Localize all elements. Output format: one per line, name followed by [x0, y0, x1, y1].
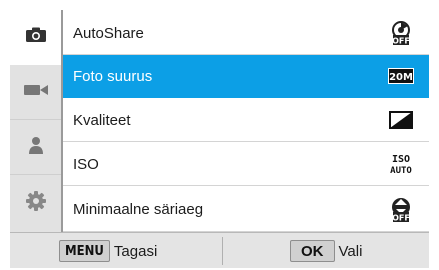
- tab-user[interactable]: [10, 120, 61, 175]
- back-label: Tagasi: [113, 242, 158, 260]
- iso-auto-icon: ISO AUTO: [386, 149, 416, 179]
- svg-text:ISO: ISO: [392, 154, 410, 165]
- svg-text:AUTO: AUTO: [390, 166, 412, 176]
- camera-icon: [25, 27, 47, 48]
- gear-icon: [25, 191, 46, 216]
- menu-item-label: Kvaliteet: [73, 111, 131, 129]
- menu-item-autoshare[interactable]: AutoShare OFF: [63, 12, 429, 55]
- menu-item-label: AutoShare: [73, 24, 144, 42]
- select-button[interactable]: OK Vali: [290, 239, 362, 263]
- camera-settings-screen: AutoShare OFF Foto suurus 20M Kvaliteet …: [10, 10, 429, 268]
- person-icon: [28, 136, 44, 159]
- menu-key: MENU: [59, 240, 110, 262]
- menu-item-label: Foto suurus: [73, 67, 153, 85]
- bottom-bar: MENU Tagasi OK Vali: [10, 232, 429, 268]
- autoshare-off-icon: OFF: [386, 18, 416, 48]
- quality-icon: [386, 105, 416, 135]
- svg-text:OFF: OFF: [392, 214, 410, 223]
- category-tabs: [10, 10, 61, 232]
- video-camera-icon: [23, 83, 48, 101]
- menu-item-iso[interactable]: ISO ISO AUTO: [63, 143, 429, 186]
- bottom-divider: [222, 237, 223, 265]
- photo-size-20m-icon: 20M: [386, 61, 416, 91]
- min-shutter-off-icon: OFF: [386, 194, 416, 224]
- select-label: Vali: [338, 242, 363, 260]
- menu-item-label: ISO: [73, 155, 99, 173]
- tab-settings[interactable]: [10, 175, 61, 232]
- ok-key: OK: [290, 240, 335, 262]
- settings-menu: AutoShare OFF Foto suurus 20M Kvaliteet …: [63, 10, 429, 232]
- menu-item-min-shutter[interactable]: Minimaalne säriaeg OFF: [63, 187, 429, 232]
- back-button[interactable]: MENU Tagasi: [59, 239, 157, 263]
- menu-item-photo-size[interactable]: Foto suurus 20M: [63, 55, 429, 98]
- menu-item-label: Minimaalne säriaeg: [73, 200, 204, 218]
- tab-video[interactable]: [10, 65, 61, 120]
- menu-item-quality[interactable]: Kvaliteet: [63, 99, 429, 142]
- svg-text:20M: 20M: [389, 72, 413, 83]
- svg-text:OFF: OFF: [392, 37, 410, 46]
- tab-camera[interactable]: [10, 10, 61, 65]
